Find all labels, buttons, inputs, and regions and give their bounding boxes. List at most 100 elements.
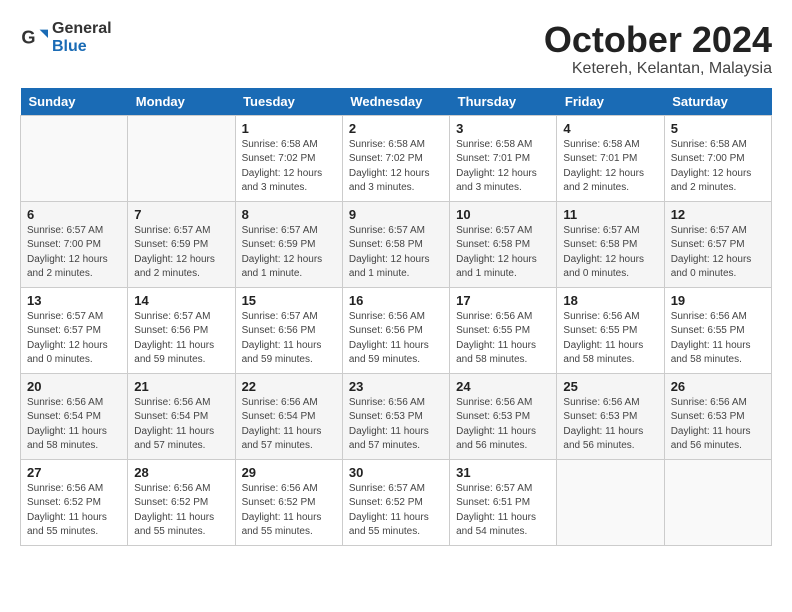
day-info: Sunrise: 6:57 AM Sunset: 6:57 PM Dayligh… <box>671 224 765 282</box>
day-number: 10 <box>456 207 550 222</box>
page-header: G General Blue October 2024 Ketereh, Kel… <box>20 20 772 78</box>
day-info: Sunrise: 6:56 AM Sunset: 6:55 PM Dayligh… <box>671 310 765 368</box>
calendar-cell: 30 Sunrise: 6:57 AM Sunset: 6:52 PM Dayli… <box>342 459 449 545</box>
day-info: Sunrise: 6:57 AM Sunset: 6:56 PM Dayligh… <box>242 310 336 368</box>
page-subtitle: Ketereh, Kelantan, Malaysia <box>544 60 772 78</box>
day-info: Sunrise: 6:57 AM Sunset: 6:58 PM Dayligh… <box>456 224 550 282</box>
calendar-cell: 19 Sunrise: 6:56 AM Sunset: 6:55 PM Dayli… <box>664 287 771 373</box>
day-number: 25 <box>563 379 657 394</box>
day-info: Sunrise: 6:57 AM Sunset: 7:00 PM Dayligh… <box>27 224 121 282</box>
calendar-cell: 1 Sunrise: 6:58 AM Sunset: 7:02 PM Daylig… <box>235 115 342 201</box>
day-number: 27 <box>27 465 121 480</box>
calendar-cell: 26 Sunrise: 6:56 AM Sunset: 6:53 PM Dayli… <box>664 373 771 459</box>
day-number: 19 <box>671 293 765 308</box>
logo-blue: Blue <box>52 38 112 56</box>
calendar-cell: 25 Sunrise: 6:56 AM Sunset: 6:53 PM Dayli… <box>557 373 664 459</box>
day-number: 20 <box>27 379 121 394</box>
day-number: 17 <box>456 293 550 308</box>
calendar-cell: 17Sunrise: 6:56 AM Sunset: 6:55 PM Dayli… <box>450 287 557 373</box>
weekday-header-saturday: Saturday <box>664 88 771 116</box>
logo: G General Blue <box>20 20 112 55</box>
day-number: 4 <box>563 121 657 136</box>
calendar-week-row: 1 Sunrise: 6:58 AM Sunset: 7:02 PM Daylig… <box>21 115 772 201</box>
weekday-header-thursday: Thursday <box>450 88 557 116</box>
weekday-header-friday: Friday <box>557 88 664 116</box>
day-number: 21 <box>134 379 228 394</box>
calendar-cell: 29 Sunrise: 6:56 AM Sunset: 6:52 PM Dayli… <box>235 459 342 545</box>
weekday-header-sunday: Sunday <box>21 88 128 116</box>
day-info: Sunrise: 6:57 AM Sunset: 6:58 PM Dayligh… <box>349 224 443 282</box>
calendar-cell: 21 Sunrise: 6:56 AM Sunset: 6:54 PM Dayli… <box>128 373 235 459</box>
day-number: 2 <box>349 121 443 136</box>
calendar-cell: 7Sunrise: 6:57 AM Sunset: 6:59 PM Daylig… <box>128 201 235 287</box>
day-number: 14 <box>134 293 228 308</box>
calendar-cell: 16 Sunrise: 6:56 AM Sunset: 6:56 PM Dayli… <box>342 287 449 373</box>
svg-text:G: G <box>21 27 35 47</box>
day-info: Sunrise: 6:56 AM Sunset: 6:53 PM Dayligh… <box>563 396 657 454</box>
calendar-cell <box>557 459 664 545</box>
calendar-week-row: 27 Sunrise: 6:56 AM Sunset: 6:52 PM Dayli… <box>21 459 772 545</box>
day-info: Sunrise: 6:58 AM Sunset: 7:01 PM Dayligh… <box>456 138 550 196</box>
day-info: Sunrise: 6:57 AM Sunset: 6:52 PM Dayligh… <box>349 482 443 540</box>
calendar-cell: 31Sunrise: 6:57 AM Sunset: 6:51 PM Dayli… <box>450 459 557 545</box>
day-info: Sunrise: 6:58 AM Sunset: 7:01 PM Dayligh… <box>563 138 657 196</box>
day-number: 16 <box>349 293 443 308</box>
day-info: Sunrise: 6:56 AM Sunset: 6:52 PM Dayligh… <box>242 482 336 540</box>
logo-icon: G <box>20 24 48 52</box>
day-number: 24 <box>456 379 550 394</box>
day-info: Sunrise: 6:56 AM Sunset: 6:52 PM Dayligh… <box>27 482 121 540</box>
calendar-cell <box>128 115 235 201</box>
calendar-cell: 4 Sunrise: 6:58 AM Sunset: 7:01 PM Daylig… <box>557 115 664 201</box>
calendar-week-row: 6Sunrise: 6:57 AM Sunset: 7:00 PM Daylig… <box>21 201 772 287</box>
day-number: 15 <box>242 293 336 308</box>
day-number: 11 <box>563 207 657 222</box>
day-info: Sunrise: 6:57 AM Sunset: 6:58 PM Dayligh… <box>563 224 657 282</box>
calendar-cell: 20Sunrise: 6:56 AM Sunset: 6:54 PM Dayli… <box>21 373 128 459</box>
day-info: Sunrise: 6:56 AM Sunset: 6:53 PM Dayligh… <box>671 396 765 454</box>
day-info: Sunrise: 6:57 AM Sunset: 6:57 PM Dayligh… <box>27 310 121 368</box>
day-info: Sunrise: 6:58 AM Sunset: 7:02 PM Dayligh… <box>242 138 336 196</box>
calendar-cell: 15 Sunrise: 6:57 AM Sunset: 6:56 PM Dayli… <box>235 287 342 373</box>
calendar-cell: 18Sunrise: 6:56 AM Sunset: 6:55 PM Dayli… <box>557 287 664 373</box>
calendar-cell: 2 Sunrise: 6:58 AM Sunset: 7:02 PM Daylig… <box>342 115 449 201</box>
calendar-cell <box>21 115 128 201</box>
weekday-header-monday: Monday <box>128 88 235 116</box>
calendar-cell: 8Sunrise: 6:57 AM Sunset: 6:59 PM Daylig… <box>235 201 342 287</box>
day-info: Sunrise: 6:56 AM Sunset: 6:54 PM Dayligh… <box>134 396 228 454</box>
day-info: Sunrise: 6:57 AM Sunset: 6:59 PM Dayligh… <box>134 224 228 282</box>
day-number: 30 <box>349 465 443 480</box>
day-info: Sunrise: 6:57 AM Sunset: 6:51 PM Dayligh… <box>456 482 550 540</box>
day-number: 26 <box>671 379 765 394</box>
calendar-week-row: 20 Sunrise: 6:56 AM Sunset: 6:54 PM Dayli… <box>21 373 772 459</box>
day-info: Sunrise: 6:56 AM Sunset: 6:53 PM Dayligh… <box>456 396 550 454</box>
calendar-cell: 10 Sunrise: 6:57 AM Sunset: 6:58 PM Dayli… <box>450 201 557 287</box>
calendar-cell: 22 Sunrise: 6:56 AM Sunset: 6:54 PM Dayli… <box>235 373 342 459</box>
day-info: Sunrise: 6:58 AM Sunset: 7:02 PM Dayligh… <box>349 138 443 196</box>
calendar-cell: 23Sunrise: 6:56 AM Sunset: 6:53 PM Dayli… <box>342 373 449 459</box>
calendar-table: SundayMondayTuesdayWednesdayThursdayFrid… <box>20 88 772 546</box>
calendar-cell: 24 Sunrise: 6:56 AM Sunset: 6:53 PM Dayli… <box>450 373 557 459</box>
day-info: Sunrise: 6:58 AM Sunset: 7:00 PM Dayligh… <box>671 138 765 196</box>
weekday-header-wednesday: Wednesday <box>342 88 449 116</box>
day-info: Sunrise: 6:57 AM Sunset: 6:59 PM Dayligh… <box>242 224 336 282</box>
day-info: Sunrise: 6:56 AM Sunset: 6:53 PM Dayligh… <box>349 396 443 454</box>
day-number: 29 <box>242 465 336 480</box>
day-info: Sunrise: 6:56 AM Sunset: 6:52 PM Dayligh… <box>134 482 228 540</box>
day-number: 3 <box>456 121 550 136</box>
calendar-cell: 3 Sunrise: 6:58 AM Sunset: 7:01 PM Daylig… <box>450 115 557 201</box>
day-number: 1 <box>242 121 336 136</box>
calendar-cell <box>664 459 771 545</box>
calendar-cell: 12Sunrise: 6:57 AM Sunset: 6:57 PM Dayli… <box>664 201 771 287</box>
day-number: 28 <box>134 465 228 480</box>
calendar-week-row: 13Sunrise: 6:57 AM Sunset: 6:57 PM Dayli… <box>21 287 772 373</box>
calendar-cell: 28 Sunrise: 6:56 AM Sunset: 6:52 PM Dayli… <box>128 459 235 545</box>
day-number: 22 <box>242 379 336 394</box>
weekday-header-row: SundayMondayTuesdayWednesdayThursdayFrid… <box>21 88 772 116</box>
day-info: Sunrise: 6:56 AM Sunset: 6:56 PM Dayligh… <box>349 310 443 368</box>
calendar-cell: 9Sunrise: 6:57 AM Sunset: 6:58 PM Daylig… <box>342 201 449 287</box>
logo-general: General <box>52 20 112 38</box>
calendar-cell: 13Sunrise: 6:57 AM Sunset: 6:57 PM Dayli… <box>21 287 128 373</box>
day-info: Sunrise: 6:57 AM Sunset: 6:56 PM Dayligh… <box>134 310 228 368</box>
title-section: October 2024 Ketereh, Kelantan, Malaysia <box>544 20 772 78</box>
day-info: Sunrise: 6:56 AM Sunset: 6:54 PM Dayligh… <box>242 396 336 454</box>
